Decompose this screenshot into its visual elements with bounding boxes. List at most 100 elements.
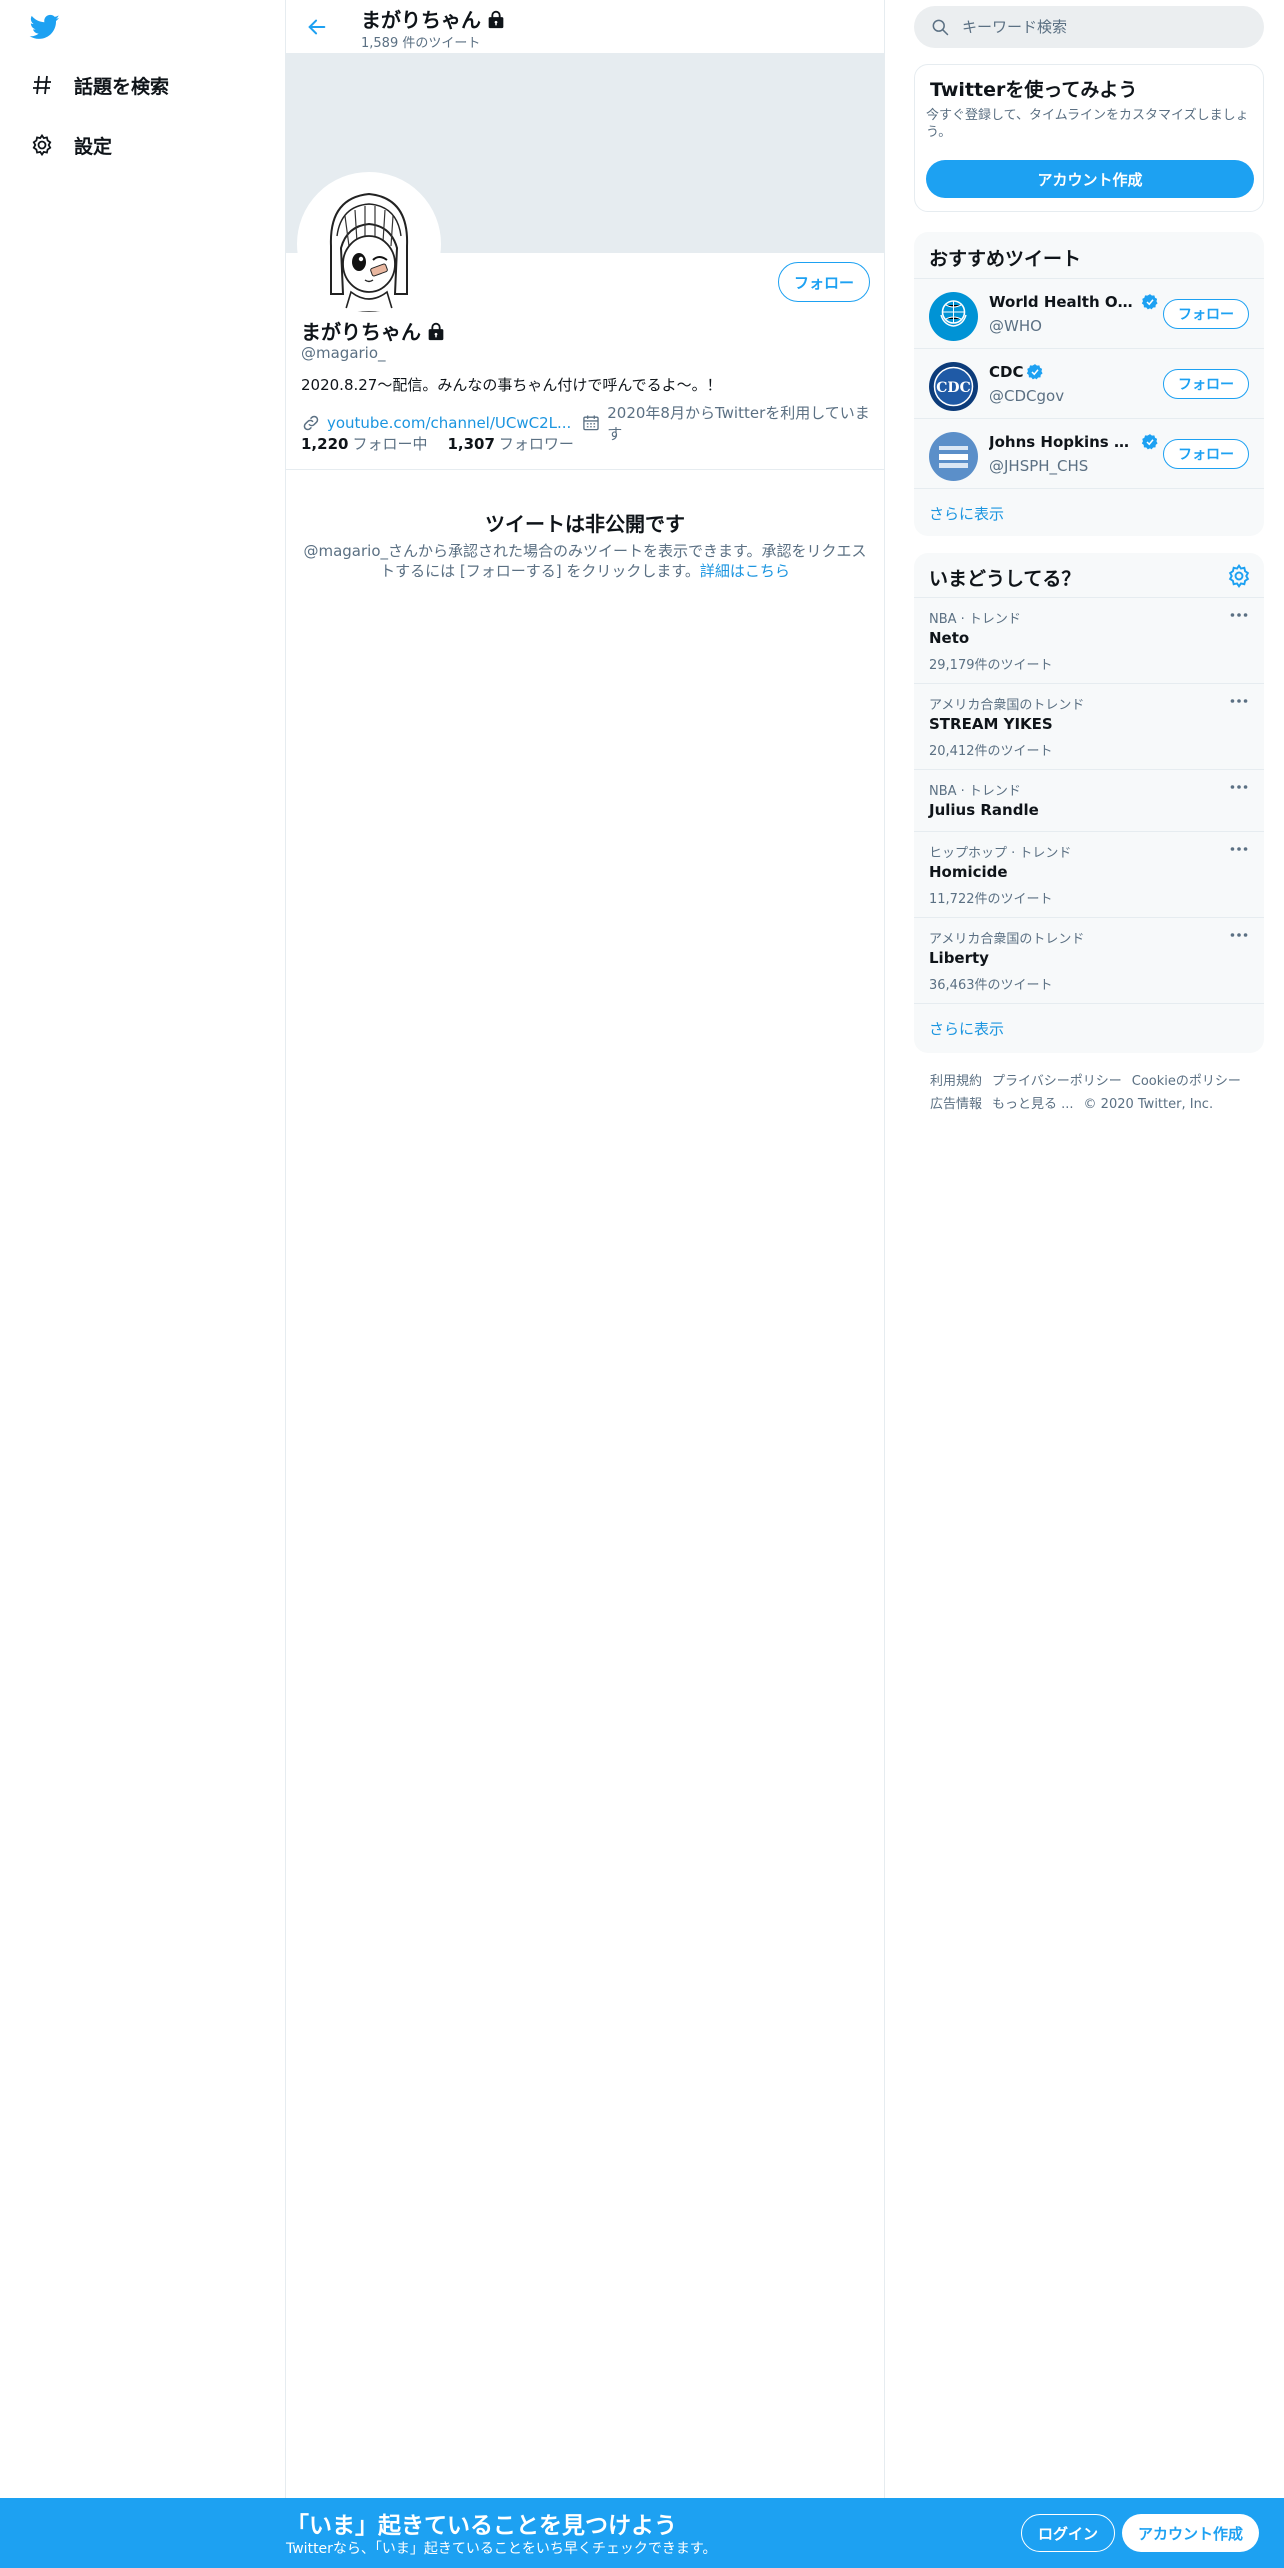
recommended-account[interactable]: CDC CDC @CDCgov フォロー <box>914 348 1264 418</box>
nav-explore-label: 話題を検索 <box>74 75 170 98</box>
footer-more-link[interactable]: もっと見る ... <box>992 1097 1074 1112</box>
more-dots-icon[interactable] <box>1228 926 1250 944</box>
cdc-avatar: CDC <box>929 362 978 411</box>
trends-title: いまどうしてる？ <box>929 568 1081 590</box>
trend-item[interactable]: アメリカ合衆国のトレンド STREAM YIKES 20,412件のツイート <box>914 683 1264 769</box>
show-more-link[interactable]: さらに表示 <box>929 1018 1004 1039</box>
more-dots-icon[interactable] <box>1228 692 1250 710</box>
gear-icon <box>28 131 56 159</box>
back-arrow-icon[interactable] <box>300 10 334 44</box>
follow-button[interactable]: フォロー <box>1163 439 1249 469</box>
profile-joined-date: 2020年8月からTwitterを利用しています <box>607 404 870 443</box>
following-count-link[interactable]: 1,220 フォロー中 <box>301 433 427 454</box>
more-dots-icon[interactable] <box>1228 606 1250 624</box>
profile-column: まがりちゃん 1,589 件のツイート フォロー まがりちゃん @magario… <box>285 0 885 2498</box>
recommended-account[interactable]: World Health Orga... @WHO フォロー <box>914 278 1264 348</box>
lock-icon <box>428 322 444 340</box>
profile-handle: @magario_ <box>301 344 386 362</box>
show-more-link[interactable]: さらに表示 <box>929 503 1004 524</box>
nav-explore[interactable]: 話題を検索 <box>28 65 169 105</box>
search-input[interactable] <box>962 18 1242 36</box>
bottom-bar-title: 「いま」起きていることを見つけよう <box>286 2513 677 2539</box>
profile-website-link[interactable]: youtube.com/channel/UCwC2L... <box>327 414 571 432</box>
profile-bio: 2020.8.27〜配信。みんなの事ちゃん付けで呼んでるよ〜。！ <box>301 376 722 394</box>
recommended-name-text: CDC <box>989 363 1024 381</box>
signup-button[interactable]: アカウント作成 <box>1122 2514 1260 2552</box>
profile-avatar[interactable] <box>297 172 441 316</box>
bottom-bar-subtitle: Twitterなら、「いま」起きていることをいち早くチェックできます。 <box>286 2541 717 2557</box>
verified-badge-icon <box>1141 294 1158 310</box>
recommended-card: おすすめツイート World Health Orga... @WHO フォロー … <box>914 232 1264 536</box>
lock-icon <box>488 10 504 28</box>
nav-settings-label: 設定 <box>74 135 113 158</box>
trend-name: Liberty <box>929 949 989 967</box>
trend-category: アメリカ合衆国のトレンド <box>929 698 1085 713</box>
left-navigation: 話題を検索 設定 <box>0 0 286 2498</box>
trend-count: 20,412件のツイート <box>929 744 1053 759</box>
recommended-name: CDC <box>989 363 1044 381</box>
more-dots-icon[interactable] <box>1228 778 1250 796</box>
footer-copyright: © 2020 Twitter, Inc. <box>1083 1097 1214 1112</box>
footer-links: 利用規約 プライバシーポリシー Cookieのポリシー 広告情報 もっと見る ... ©… <box>930 1070 1260 1116</box>
trend-category: NBA · トレンド <box>929 784 1021 799</box>
followers-count-link[interactable]: 1,307 フォロワー <box>447 433 573 454</box>
footer-cookie-link[interactable]: Cookieのポリシー <box>1132 1074 1241 1089</box>
signup-card: Twitterを使ってみよう 今すぐ登録して、タイムラインをカスタマイズしましょ… <box>914 64 1264 212</box>
private-tweets-title: ツイートは非公開です <box>485 512 685 536</box>
recommended-handle: @CDCgov <box>989 387 1065 405</box>
trend-item[interactable]: NBA · トレンド Julius Randle <box>914 769 1264 831</box>
trend-count: 29,179件のツイート <box>929 658 1053 673</box>
followers-label: フォロワー <box>498 435 574 453</box>
following-label: フォロー中 <box>352 435 428 453</box>
divider <box>286 469 884 470</box>
footer-privacy-link[interactable]: プライバシーポリシー <box>992 1074 1122 1089</box>
recommended-name: Johns Hopkins Ce... <box>989 433 1159 451</box>
verified-badge-icon <box>1027 364 1044 380</box>
signup-card-subtitle: 今すぐ登録して、タイムラインをカスタマイズしましょう。 <box>926 108 1249 140</box>
hashtag-icon <box>28 71 56 99</box>
twitter-bird-icon[interactable] <box>28 12 62 42</box>
profile-name: まがりちゃん <box>301 316 447 345</box>
header-profile-name: まがりちゃん <box>361 4 507 33</box>
more-dots-icon[interactable] <box>1228 840 1250 858</box>
create-account-button[interactable]: アカウント作成 <box>926 160 1254 198</box>
signup-card-title: Twitterを使ってみよう <box>930 79 1138 101</box>
recommended-title: おすすめツイート <box>929 248 1082 270</box>
trends-card: いまどうしてる？ NBA · トレンド Neto 29,179件のツイート アメ… <box>914 553 1264 1053</box>
recommended-name: World Health Orga... <box>989 293 1159 311</box>
footer-ads-link[interactable]: 広告情報 <box>930 1097 982 1112</box>
jhu-avatar <box>929 432 978 481</box>
profile-stats: 1,220 フォロー中 1,307 フォロワー <box>301 433 594 454</box>
trend-item[interactable]: ヒップホップ · トレンド Homicide 11,722件のツイート <box>914 831 1264 917</box>
trends-more-row: さらに表示 <box>914 1003 1264 1053</box>
following-count: 1,220 <box>301 435 349 453</box>
follow-button[interactable]: フォロー <box>1163 369 1249 399</box>
login-button[interactable]: ログイン <box>1021 2514 1116 2552</box>
trend-item[interactable]: NBA · トレンド Neto 29,179件のツイート <box>914 597 1264 683</box>
recommended-handle: @JHSPH_CHS <box>989 457 1089 475</box>
trend-category: アメリカ合衆国のトレンド <box>929 932 1085 947</box>
footer-terms-link[interactable]: 利用規約 <box>930 1074 982 1089</box>
search-icon <box>932 19 949 36</box>
gear-icon[interactable] <box>1226 563 1252 589</box>
learn-more-link[interactable]: 詳細はこちら <box>700 562 790 580</box>
followers-count: 1,307 <box>447 435 495 453</box>
nav-settings[interactable]: 設定 <box>28 125 112 165</box>
verified-badge-icon <box>1141 434 1158 450</box>
search-box[interactable] <box>914 6 1264 48</box>
follow-button[interactable]: フォロー <box>1163 299 1249 329</box>
follow-button[interactable]: フォロー <box>777 262 870 302</box>
profile-name-text: まがりちゃん <box>301 320 421 344</box>
private-tweets-message: @magario_さんから承認された場合のみツイートを表示できます。承認をリクエ… <box>300 541 870 581</box>
trend-category: ヒップホップ · トレンド <box>929 846 1072 861</box>
trend-name: Neto <box>929 629 970 647</box>
trend-name: Homicide <box>929 863 1008 881</box>
recommended-account[interactable]: Johns Hopkins Ce... @JHSPH_CHS フォロー <box>914 418 1264 488</box>
recommended-more-row: さらに表示 <box>914 488 1264 536</box>
trend-item[interactable]: アメリカ合衆国のトレンド Liberty 36,463件のツイート <box>914 917 1264 1003</box>
header-name-text: まがりちゃん <box>361 8 481 32</box>
profile-header-bar: まがりちゃん 1,589 件のツイート <box>286 0 884 53</box>
recommended-name-text: World Health Orga... <box>989 293 1138 311</box>
link-icon <box>303 415 319 431</box>
who-avatar <box>929 292 978 341</box>
